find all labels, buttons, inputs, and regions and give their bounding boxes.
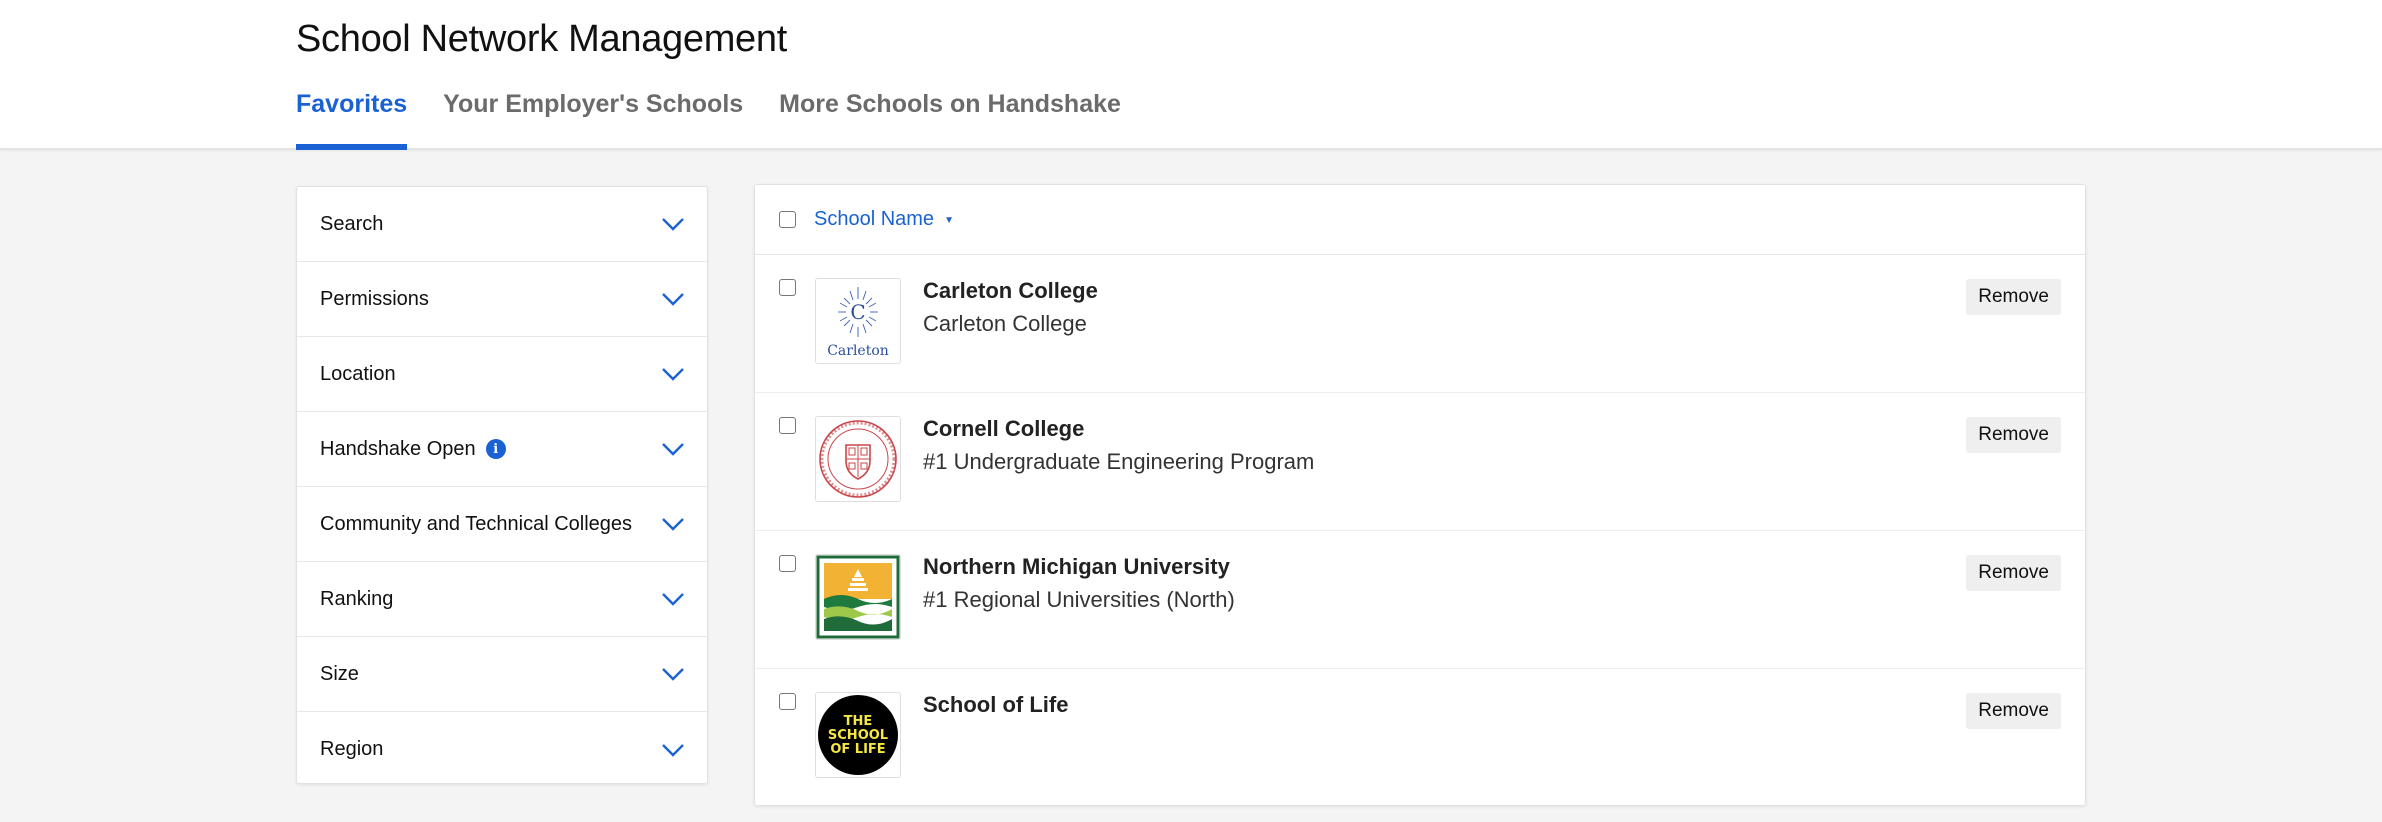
page-header: School Network Management Favorites Your… — [0, 0, 2382, 150]
row-checkbox[interactable] — [779, 555, 796, 572]
tab-favorites[interactable]: Favorites — [296, 90, 408, 150]
info-icon[interactable]: i — [485, 439, 506, 459]
chevron-down-icon — [662, 293, 684, 306]
school-name[interactable]: Northern Michigan University — [923, 554, 1230, 580]
filter-location[interactable]: Location — [297, 337, 707, 412]
school-name[interactable]: Carleton College — [923, 278, 1098, 304]
nmu-logo-graphic — [816, 555, 900, 639]
school-of-life-logo: THE SCHOOL OF LIFE — [815, 692, 901, 778]
school-name[interactable]: School of Life — [923, 692, 1068, 718]
tab-bar: Favorites Your Employer's Schools More S… — [296, 90, 1157, 150]
filter-label: Ranking — [320, 587, 394, 610]
filter-permissions[interactable]: Permissions — [297, 262, 707, 337]
chevron-down-icon — [662, 218, 684, 231]
filter-label: Size — [320, 662, 359, 685]
svg-text:THE: THE — [844, 714, 873, 729]
chevron-down-icon — [662, 518, 684, 531]
school-subtitle: #1 Regional Universities (North) — [923, 587, 1235, 612]
remove-button[interactable]: Remove — [1966, 555, 2061, 591]
filter-region[interactable]: Region — [297, 712, 707, 787]
carleton-logo: C Carleton — [815, 278, 901, 364]
chevron-down-icon — [662, 743, 684, 757]
remove-button[interactable]: Remove — [1966, 417, 2061, 453]
list-header: School Name ▼ — [755, 185, 2085, 255]
school-row: Cornell College #1 Undergraduate Enginee… — [755, 393, 2085, 531]
filter-handshake-open[interactable]: Handshake Open i — [297, 412, 707, 487]
tab-more-schools[interactable]: More Schools on Handshake — [779, 90, 1121, 150]
filter-label: Handshake Open — [320, 437, 476, 460]
nmu-logo — [815, 554, 901, 640]
cornell-seal — [815, 416, 901, 502]
svg-text:OF LIFE: OF LIFE — [830, 742, 885, 757]
row-checkbox[interactable] — [779, 693, 796, 710]
filter-panel: Search Permissions Location Handshake Op… — [296, 186, 708, 784]
filter-search[interactable]: Search — [297, 187, 707, 262]
filter-label: Search — [320, 212, 384, 235]
sort-by-school-name[interactable]: School Name ▼ — [814, 208, 954, 231]
filter-label: Community and Technical Colleges — [320, 512, 633, 535]
remove-button[interactable]: Remove — [1966, 693, 2061, 729]
chevron-down-icon — [662, 443, 684, 456]
filter-label-wrap: Handshake Open i — [320, 438, 506, 461]
carleton-logo-letter: C — [850, 300, 865, 324]
school-row: C Carleton Carleton College Carleton Col… — [755, 255, 2085, 393]
sort-caret-icon: ▼ — [944, 215, 954, 226]
select-all-checkbox[interactable] — [779, 211, 796, 228]
filter-size[interactable]: Size — [297, 637, 707, 712]
school-subtitle: #1 Undergraduate Engineering Program — [923, 449, 1315, 474]
chevron-down-icon — [662, 593, 684, 606]
school-of-life-logo-graphic: THE SCHOOL OF LIFE — [818, 695, 898, 775]
school-list: School Name ▼ C Carleton Carleton Colleg… — [754, 184, 2086, 806]
chevron-down-icon — [662, 368, 684, 381]
row-checkbox[interactable] — [779, 417, 796, 434]
school-name[interactable]: Cornell College — [923, 416, 1084, 442]
filter-community-technical[interactable]: Community and Technical Colleges — [297, 487, 707, 562]
school-row: THE SCHOOL OF LIFE School of Life Remove — [755, 669, 2085, 807]
school-subtitle: Carleton College — [923, 311, 1087, 336]
svg-text:SCHOOL: SCHOOL — [828, 728, 888, 743]
filter-label: Region — [320, 738, 384, 760]
chevron-down-icon — [662, 668, 684, 681]
row-checkbox[interactable] — [779, 279, 796, 296]
school-row: Northern Michigan University #1 Regional… — [755, 531, 2085, 669]
filter-label: Location — [320, 362, 396, 385]
carleton-logo-graphic: C Carleton — [827, 287, 889, 359]
page-title: School Network Management — [296, 18, 787, 60]
remove-button[interactable]: Remove — [1966, 279, 2061, 315]
tab-employers-schools[interactable]: Your Employer's Schools — [443, 90, 743, 150]
sort-label: School Name — [814, 208, 935, 230]
filter-ranking[interactable]: Ranking — [297, 562, 707, 637]
carleton-logo-text: Carleton — [827, 343, 889, 359]
cornell-seal-graphic — [819, 420, 897, 498]
filter-label: Permissions — [320, 287, 429, 310]
